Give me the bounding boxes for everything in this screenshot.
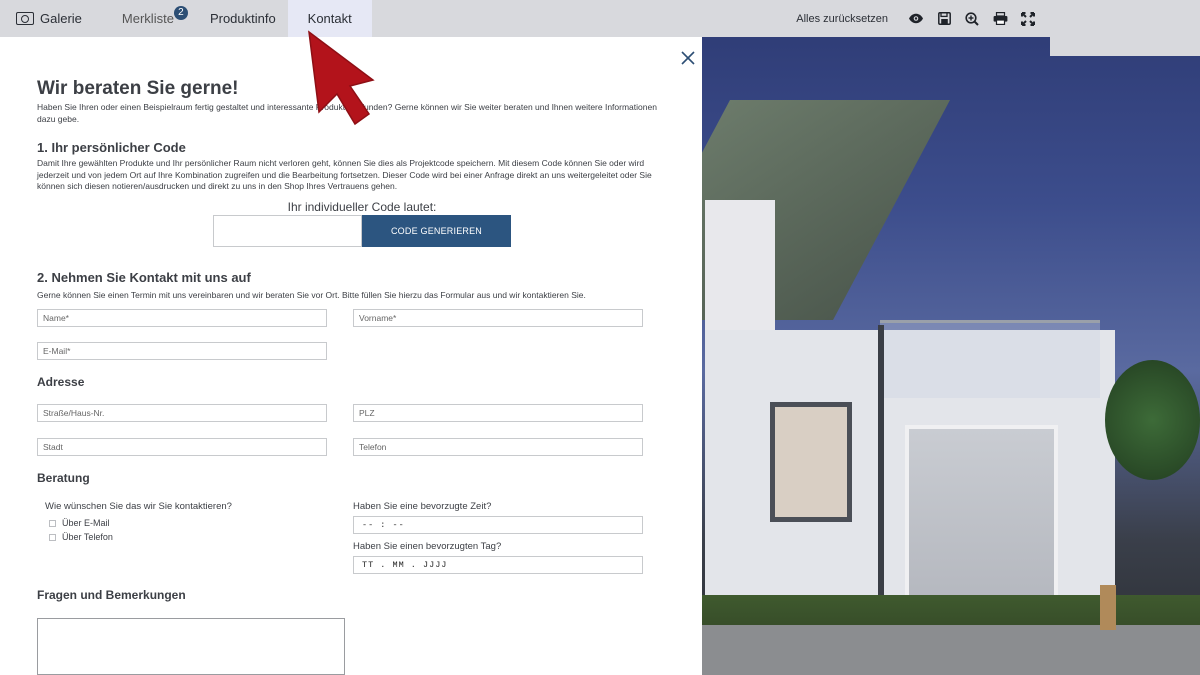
eye-icon[interactable] <box>902 7 930 31</box>
reset-all-button[interactable]: Alles zurücksetzen <box>796 13 888 25</box>
phone-field[interactable]: Telefon <box>353 438 643 456</box>
generate-code-button[interactable]: CODE GENERIEREN <box>362 215 511 247</box>
vorname-field[interactable]: Vorname* <box>353 309 643 327</box>
topbar-extension <box>1050 0 1200 56</box>
remarks-textarea[interactable] <box>37 618 345 675</box>
tab-galerie-label: Galerie <box>40 11 82 26</box>
address-title: Adresse <box>37 375 85 389</box>
plz-field[interactable]: PLZ <box>353 404 643 422</box>
house-wall-upper <box>705 200 775 330</box>
close-icon[interactable] <box>678 48 698 68</box>
tab-merkliste-label: Merkliste <box>121 11 174 26</box>
save-icon[interactable] <box>930 7 958 31</box>
section-contact-title: 2. Nehmen Sie Kontakt mit uns auf <box>37 270 251 285</box>
modal-title: Wir beraten Sie gerne! <box>37 78 239 99</box>
day-field[interactable]: TT . MM . JJJJ <box>353 556 643 574</box>
contact-method-question: Wie wünschen Sie das wir Sie kontaktiere… <box>45 501 232 512</box>
time-field[interactable]: -- : -- <box>353 516 643 534</box>
time-question: Haben Sie eine bevorzugte Zeit? <box>353 501 492 512</box>
code-output-field[interactable] <box>213 215 362 247</box>
tab-produktinfo-label: Produktinfo <box>209 11 276 26</box>
print-icon[interactable] <box>986 7 1014 31</box>
top-navigation-bar: Galerie Merkliste 2 Produktinfo Kontakt … <box>0 0 1050 37</box>
tab-merkliste[interactable]: Merkliste 2 <box>100 0 210 37</box>
phone-checkbox[interactable] <box>49 533 56 541</box>
street-field[interactable]: Straße/Haus-Nr. <box>37 404 327 422</box>
garage-door <box>905 425 1058 603</box>
merkliste-count-badge: 2 <box>173 6 188 20</box>
house-balcony <box>880 320 1100 398</box>
tab-produktinfo[interactable]: Produktinfo <box>210 0 288 37</box>
option-email[interactable]: Über E-Mail <box>49 518 110 528</box>
garden-lamp <box>1100 585 1116 630</box>
house-window <box>770 402 852 522</box>
option-phone-label: Über Telefon <box>62 532 113 542</box>
code-label: Ihr individueller Code lautet: <box>287 200 437 214</box>
section-contact-text: Gerne können Sie einen Termin mit uns ve… <box>37 290 586 300</box>
name-field[interactable]: Name* <box>37 309 327 327</box>
pointer-arrow-icon <box>308 30 375 126</box>
toolbar: Alles zurücksetzen <box>796 7 1050 31</box>
walkway <box>702 625 1200 675</box>
fullscreen-icon[interactable] <box>1014 7 1042 31</box>
zoom-in-icon[interactable] <box>958 7 986 31</box>
day-question: Haben Sie einen bevorzugten Tag? <box>353 541 502 552</box>
drain-pipe <box>878 325 884 600</box>
section-code-title: 1. Ihr persönlicher Code <box>37 140 186 155</box>
email-field[interactable]: E-Mail* <box>37 342 327 360</box>
tab-kontakt-label: Kontakt <box>307 11 352 26</box>
city-field[interactable]: Stadt <box>37 438 327 456</box>
tab-galerie[interactable]: Galerie <box>0 0 100 37</box>
consultation-title: Beratung <box>37 471 90 485</box>
option-phone[interactable]: Über Telefon <box>49 532 113 542</box>
remarks-title: Fragen und Bemerkungen <box>37 588 186 602</box>
tree <box>1105 360 1200 480</box>
email-checkbox[interactable] <box>49 519 56 527</box>
section-code-text: Damit Ihre gewählten Produkte und Ihr pe… <box>37 158 652 191</box>
option-email-label: Über E-Mail <box>62 518 110 528</box>
camera-icon <box>16 12 34 25</box>
